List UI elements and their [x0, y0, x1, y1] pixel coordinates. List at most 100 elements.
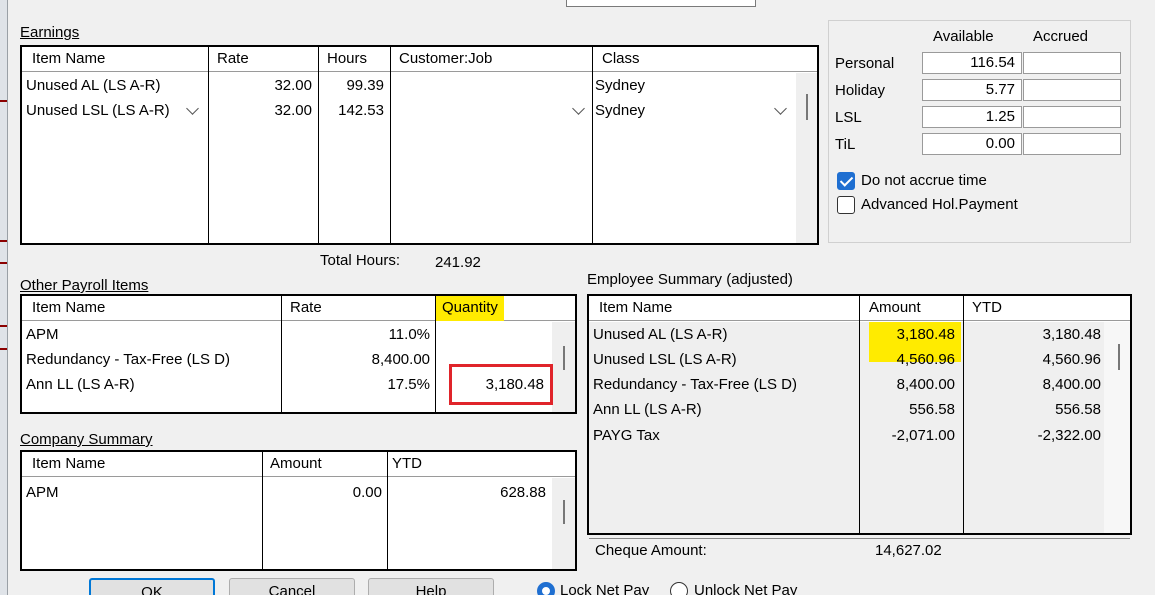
- scrollbar-thumb[interactable]: [806, 94, 808, 120]
- col-ytd[interactable]: YTD: [972, 299, 1002, 316]
- company-summary-title: Company Summary: [20, 431, 153, 448]
- employee-row-3-item[interactable]: Redundancy - Tax-Free (LS D): [593, 376, 797, 393]
- personal-label: Personal: [835, 55, 895, 72]
- col-rate[interactable]: Rate: [217, 50, 249, 67]
- col-hours[interactable]: Hours: [327, 50, 367, 67]
- edge-mark: [0, 262, 7, 264]
- employee-row-1-ytd[interactable]: 3,180.48: [967, 326, 1101, 343]
- help-button[interactable]: Help: [368, 578, 494, 595]
- background-window-edge: [0, 0, 8, 595]
- holiday-available[interactable]: 5.77: [922, 79, 1022, 101]
- employee-row-4-item[interactable]: Ann LL (LS A-R): [593, 401, 702, 418]
- edge-mark: [0, 325, 7, 327]
- earnings-row-1-rate[interactable]: 32.00: [212, 77, 312, 94]
- earnings-row-2-hours[interactable]: 142.53: [322, 102, 384, 119]
- employee-row-2-ytd[interactable]: 4,560.96: [967, 351, 1101, 368]
- other-row-3-rate[interactable]: 17.5%: [284, 376, 430, 393]
- scrollbar-thumb[interactable]: [563, 346, 565, 370]
- til-label: TiL: [835, 136, 856, 153]
- chevron-down-icon[interactable]: [774, 102, 787, 115]
- chevron-down-icon[interactable]: [572, 102, 585, 115]
- total-hours-label: Total Hours:: [320, 252, 401, 269]
- col-quantity[interactable]: Quantity: [436, 296, 504, 321]
- annotation-red-box: [449, 364, 553, 405]
- cheque-amount-label: Cheque Amount:: [595, 542, 707, 559]
- lsl-label: LSL: [835, 109, 862, 126]
- advanced-hol-payment-checkbox[interactable]: [837, 196, 855, 214]
- other-row-2-item[interactable]: Redundancy - Tax-Free (LS D): [26, 351, 230, 368]
- holiday-accrued[interactable]: [1023, 79, 1121, 101]
- lsl-available[interactable]: 1.25: [922, 106, 1022, 128]
- accrual-panel: Available Accrued Personal 116.54 Holida…: [828, 20, 1131, 243]
- cheque-amount-row: Cheque Amount: 14,627.02: [589, 538, 1130, 564]
- personal-accrued[interactable]: [1023, 52, 1121, 74]
- earnings-row-2-class[interactable]: Sydney: [595, 102, 645, 119]
- earnings-row-1-item[interactable]: Unused AL (LS A-R): [26, 77, 161, 94]
- employee-row-4-ytd[interactable]: 556.58: [967, 401, 1101, 418]
- employee-row-3-amount[interactable]: 8,400.00: [863, 376, 955, 393]
- employee-row-2-amount[interactable]: 4,560.96: [863, 351, 955, 368]
- other-row-2-rate[interactable]: 8,400.00: [284, 351, 430, 368]
- employee-row-3-ytd[interactable]: 8,400.00: [967, 376, 1101, 393]
- employee-row-1-item[interactable]: Unused AL (LS A-R): [593, 326, 728, 343]
- company-row-1-item[interactable]: APM: [26, 484, 59, 501]
- other-payroll-title: Other Payroll Items: [20, 277, 149, 294]
- earnings-row-2-rate[interactable]: 32.00: [212, 102, 312, 119]
- cheque-amount-value: 14,627.02: [875, 542, 942, 559]
- earnings-row-2-item[interactable]: Unused LSL (LS A-R): [26, 102, 170, 119]
- col-item-name[interactable]: Item Name: [32, 50, 105, 67]
- personal-available[interactable]: 116.54: [922, 52, 1022, 74]
- col-item-name[interactable]: Item Name: [599, 299, 672, 316]
- other-row-1-rate[interactable]: 11.0%: [284, 326, 430, 343]
- unlock-net-pay-radio[interactable]: [670, 582, 688, 595]
- do-not-accrue-label[interactable]: Do not accrue time: [861, 172, 987, 189]
- edge-mark: [0, 348, 7, 350]
- ok-button[interactable]: OK: [89, 578, 215, 595]
- col-class[interactable]: Class: [602, 50, 640, 67]
- earnings-row-1-class[interactable]: Sydney: [595, 77, 645, 94]
- earnings-header: Item Name Rate Hours Customer:Job Class: [22, 47, 817, 72]
- employee-row-5-amount[interactable]: -2,071.00: [863, 427, 955, 444]
- col-ytd[interactable]: YTD: [392, 455, 422, 472]
- company-summary-header: Item Name Amount YTD: [22, 452, 575, 477]
- company-summary-table[interactable]: Item Name Amount YTD APM 0.00 628.88: [20, 450, 577, 571]
- til-accrued[interactable]: [1023, 133, 1121, 155]
- scrollbar-thumb[interactable]: [1118, 344, 1120, 370]
- company-row-1-ytd[interactable]: 628.88: [390, 484, 546, 501]
- other-row-1-item[interactable]: APM: [26, 326, 59, 343]
- other-payroll-header: Item Name Rate Quantity: [22, 296, 575, 321]
- col-item-name[interactable]: Item Name: [32, 299, 105, 316]
- earnings-table[interactable]: Item Name Rate Hours Customer:Job Class …: [20, 45, 819, 245]
- total-hours-value: 241.92: [435, 254, 481, 271]
- edge-mark: [0, 240, 7, 242]
- employee-row-5-item[interactable]: PAYG Tax: [593, 427, 660, 444]
- company-row-1-amount[interactable]: 0.00: [266, 484, 382, 501]
- scrollbar-track[interactable]: [552, 478, 575, 569]
- col-item-name[interactable]: Item Name: [32, 455, 105, 472]
- col-rate[interactable]: Rate: [290, 299, 322, 316]
- lock-net-pay-label[interactable]: Lock Net Pay: [560, 582, 649, 595]
- other-row-3-item[interactable]: Ann LL (LS A-R): [26, 376, 135, 393]
- col-amount[interactable]: Amount: [869, 299, 921, 316]
- earnings-row-1-hours[interactable]: 99.39: [322, 77, 384, 94]
- employee-row-5-ytd[interactable]: -2,322.00: [967, 427, 1101, 444]
- scrollbar-thumb[interactable]: [563, 500, 565, 524]
- unlock-net-pay-label[interactable]: Unlock Net Pay: [694, 582, 797, 595]
- accrued-header: Accrued: [1033, 28, 1089, 45]
- employee-row-2-item[interactable]: Unused LSL (LS A-R): [593, 351, 737, 368]
- col-amount[interactable]: Amount: [270, 455, 322, 472]
- til-available[interactable]: 0.00: [922, 133, 1022, 155]
- top-field[interactable]: [566, 0, 756, 7]
- employee-row-4-amount[interactable]: 556.58: [863, 401, 955, 418]
- advanced-hol-payment-label[interactable]: Advanced Hol.Payment: [861, 196, 1018, 213]
- lock-net-pay-radio[interactable]: [537, 582, 555, 595]
- do-not-accrue-checkbox[interactable]: [837, 172, 855, 190]
- available-header: Available: [933, 28, 994, 45]
- cancel-button[interactable]: Cancel: [229, 578, 355, 595]
- chevron-down-icon[interactable]: [186, 102, 199, 115]
- lsl-accrued[interactable]: [1023, 106, 1121, 128]
- earnings-title: Earnings: [20, 24, 79, 41]
- edge-mark: [0, 100, 7, 102]
- col-customer-job[interactable]: Customer:Job: [399, 50, 492, 67]
- employee-summary-table[interactable]: Item Name Amount YTD Unused AL (LS A-R) …: [587, 294, 1132, 535]
